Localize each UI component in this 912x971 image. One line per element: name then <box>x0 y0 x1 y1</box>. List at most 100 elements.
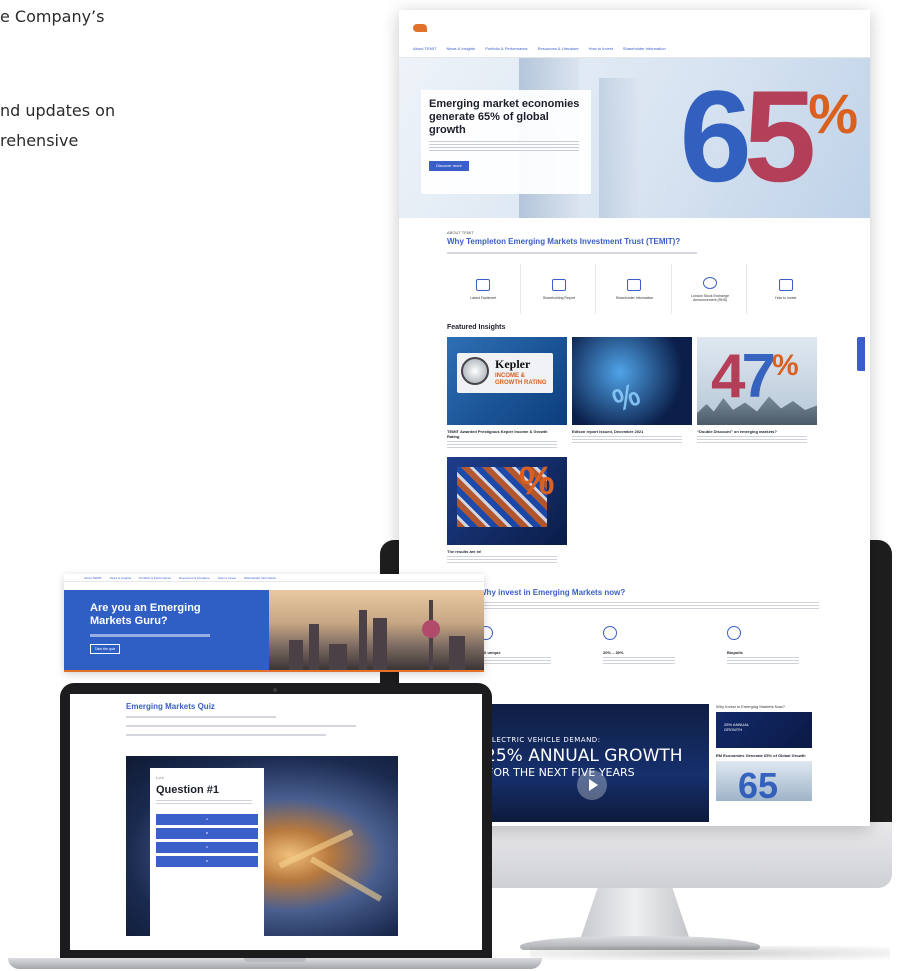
monitor-shadow <box>530 946 890 960</box>
quiz-intro-text <box>126 734 326 736</box>
nav-item[interactable]: Resources & Literature <box>179 576 210 580</box>
insight-title: “Double Discount” on emerging markets? <box>697 429 777 434</box>
feedback-tab[interactable] <box>857 337 865 371</box>
insight-image: Kepler INCOME & GROWTH RATING <box>447 337 567 425</box>
nav-item[interactable]: Shareholder Information <box>244 576 276 580</box>
play-icon[interactable] <box>577 770 607 800</box>
insight-cards: Kepler INCOME & GROWTH RATING TEMIT Awar… <box>447 337 822 572</box>
nav-item[interactable]: How to Invest <box>218 576 236 580</box>
digit-7: 7 <box>741 342 776 411</box>
hero-banner: 65% Emerging market economies generate 6… <box>399 58 870 218</box>
hero-big-number: 65% <box>679 63 858 218</box>
feature-label: How to Invest <box>775 295 797 300</box>
feature-link[interactable]: Shareholder Information <box>598 264 672 314</box>
why-now-item-title: Biopolis <box>727 650 743 655</box>
video-player[interactable]: ELECTRIC VEHICLE DEMAND: 25% ANNUAL GROW… <box>479 704 709 822</box>
nav-item[interactable]: News & Insights <box>447 46 476 57</box>
light-streak <box>309 856 383 902</box>
globe-icon <box>703 276 718 289</box>
question-card: 1 of 6 Question #1 A B C D <box>150 768 264 936</box>
site-header <box>399 10 870 46</box>
kepler-seal-icon <box>461 357 489 385</box>
insight-title: Edison report issued, December 2021 <box>572 429 644 434</box>
nav-item[interactable]: Resources & Literature <box>538 46 579 57</box>
question-text <box>156 800 252 806</box>
site-logo[interactable] <box>413 24 461 32</box>
feature-link[interactable]: How to Invest <box>749 264 822 314</box>
video-thumbnail[interactable]: 25% ANNUAL GROWTH <box>716 712 812 748</box>
answer-option[interactable]: C <box>156 842 258 853</box>
insight-card[interactable]: Kepler INCOME & GROWTH RATING TEMIT Awar… <box>447 337 567 449</box>
building <box>359 610 367 670</box>
chart-icon <box>551 278 566 291</box>
why-now-item-title: Still unique <box>479 650 501 655</box>
building <box>373 618 387 670</box>
tower-orb <box>422 620 440 638</box>
feature-label: London Stock Exchange Announcement (RNS) <box>691 293 730 302</box>
quiz-hero-subtitle <box>90 634 210 637</box>
answer-option[interactable]: A <box>156 814 258 825</box>
feature-link[interactable]: Latest Factsheet <box>447 264 521 314</box>
nav-item[interactable]: How to Invest <box>589 46 613 57</box>
video-thumbnail[interactable]: 65 <box>716 761 812 801</box>
hero-digit-6: 6 <box>679 63 752 209</box>
nav-item[interactable]: Portfolio & Performance <box>139 576 171 580</box>
monitor-icon <box>476 278 491 291</box>
quiz-landing-page: About TEMIT News & Insights Portfolio & … <box>64 574 484 672</box>
nav-item[interactable]: News & Insights <box>110 576 132 580</box>
quiz-intro-text <box>126 716 276 718</box>
why-invest-now-section: Why invest in Emerging Markets now? Stil… <box>459 588 870 708</box>
insight-card[interactable]: % The results are in! <box>447 457 567 564</box>
hero-percent: % <box>808 82 858 145</box>
quiz-hero-title: Are you an Emerging Markets Guru? <box>90 602 201 627</box>
why-now-items: Still unique 20% – 30% Biopolis <box>479 626 869 665</box>
quiz-page-nav: About TEMIT News & Insights Portfolio & … <box>64 574 484 582</box>
insight-excerpt <box>447 441 557 449</box>
hero-body-text <box>429 141 579 151</box>
video-caption-line-1: ELECTRIC VEHICLE DEMAND: <box>487 736 601 744</box>
insight-card[interactable]: ％ Edison report issued, December 2021 <box>572 337 692 449</box>
insight-excerpt <box>447 556 557 564</box>
thumbnail-number: 65 <box>738 765 779 801</box>
nav-item[interactable]: Shareholder Information <box>623 46 666 57</box>
marketing-composite: e Company’s nd updates on rehensive Abou… <box>0 0 912 971</box>
insight-excerpt <box>572 436 682 444</box>
feature-label: Shareholder Information <box>615 295 654 300</box>
nav-item[interactable]: About TEMIT <box>413 46 437 57</box>
why-now-item-text <box>727 657 799 665</box>
why-now-item-text <box>603 657 675 665</box>
digit-4: 4 <box>711 342 746 411</box>
intro-line-3: rehensive <box>0 131 79 150</box>
building <box>329 644 347 670</box>
feature-link[interactable]: London Stock Exchange Announcement (RNS) <box>674 264 748 314</box>
nav-item[interactable]: About TEMIT <box>84 576 102 580</box>
video-sidebar: Why Invest in Emerging Markets Now? 25% … <box>716 704 812 822</box>
question-heading: Question #1 <box>156 784 219 796</box>
why-now-item: Biopolis <box>727 626 799 665</box>
take-quiz-button[interactable]: Take the quiz <box>90 644 120 654</box>
feature-link[interactable]: Shareholding Report <box>523 264 597 314</box>
laptop-notch <box>244 958 306 962</box>
insight-image: % <box>447 457 567 545</box>
video-caption-line-3: FOR THE NEXT FIVE YEARS <box>487 766 635 779</box>
why-now-title: Why invest in Emerging Markets now? <box>479 588 626 597</box>
featured-insights: Featured Insights Kepler INCOME & GROWTH… <box>399 314 870 572</box>
percent-sign: % <box>771 349 799 382</box>
answer-option[interactable]: B <box>156 828 258 839</box>
building <box>289 640 303 670</box>
thumbnail-text: 25% ANNUAL GROWTH <box>724 722 749 732</box>
sidebar-title: Why Invest in Emerging Markets Now? <box>716 704 785 709</box>
insight-percent: % <box>519 459 555 503</box>
answer-option[interactable]: D <box>156 856 258 867</box>
logo-icon <box>413 24 427 32</box>
nav-item[interactable]: Portfolio & Performance <box>485 46 527 57</box>
feature-label: Latest Factsheet <box>470 295 497 300</box>
camera-icon <box>273 688 277 692</box>
quiz-title: Emerging Markets Quiz <box>126 702 215 711</box>
why-kicker: ABOUT TEMIT <box>447 230 474 235</box>
video-caption-line-2: 25% ANNUAL GROWTH <box>485 746 683 766</box>
site-nav: About TEMIT News & Insights Portfolio & … <box>399 46 870 58</box>
insight-card[interactable]: 47% “Double Discount” on emerging market… <box>697 337 817 449</box>
monitor-chin <box>474 822 892 888</box>
hero-discover-button[interactable]: Discover more <box>429 161 469 171</box>
